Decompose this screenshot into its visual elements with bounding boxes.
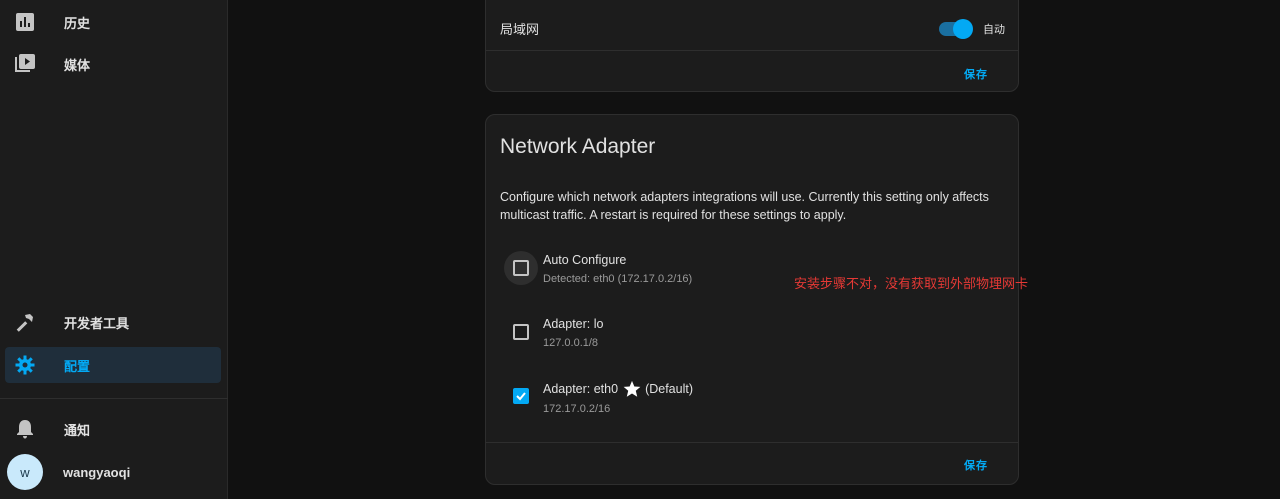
sidebar-item-label: 历史 [64,15,91,31]
adapter-detail: Detected: eth0 (172.17.0.2/16) [543,273,693,285]
lan-card: 局域网 自动 保存 [485,0,1019,92]
lan-save-button[interactable]: 保存 [964,66,988,82]
card-divider [486,442,1018,443]
sidebar-item-config[interactable]: 配置 [5,347,221,383]
toggle-knob [953,18,973,39]
avatar: w [7,454,43,490]
checkbox-ripple [504,251,538,285]
card-divider [486,50,1018,51]
auto-toggle-wrap: 自动 [939,18,1005,39]
lan-label: 局域网 [500,22,540,37]
main-content: 局域网 自动 保存 Network Adapter Configure whic… [229,0,1280,499]
card-title: Network Adapter [500,135,656,158]
bell-icon [13,417,37,441]
sidebar-divider [0,398,228,399]
check-icon [516,392,526,401]
adapter-lo-checkbox[interactable] [513,324,529,340]
sidebar-item-history[interactable]: 历史 [5,4,221,40]
auto-toggle[interactable] [939,18,973,39]
adapter-detail: 172.17.0.2/16 [543,403,611,415]
sidebar: 历史 媒体 开发者工具 配置 通知 w wangyaoqi [0,0,228,499]
adapter-detail: 127.0.0.1/8 [543,337,599,349]
adapter-option: Adapter: lo 127.0.0.1/8 [500,315,900,355]
sidebar-item-label: 开发者工具 [64,315,130,331]
network-adapter-card: Network Adapter Configure which network … [485,114,1019,485]
notifications-label: 通知 [64,422,91,438]
sidebar-item-media[interactable]: 媒体 [5,46,221,82]
adapter-name: Adapter: eth0 (Default) [543,380,693,398]
sidebar-item-profile[interactable]: w wangyaoqi [5,453,221,491]
toggle-label: 自动 [983,23,1005,36]
adapter-name: Auto Configure [543,253,627,267]
adapter-option: Adapter: eth0 (Default) 172.17.0.2/16 [500,378,900,418]
adapter-name-text: Adapter: eth0 [543,382,619,396]
sidebar-item-label: 配置 [64,358,91,374]
default-label: (Default) [645,382,693,396]
user-name: wangyaoqi [63,464,131,480]
auto-configure-checkbox[interactable] [513,260,529,276]
adapter-name: Adapter: lo [543,317,604,331]
adapter-eth0-checkbox[interactable] [513,388,529,404]
play-box-multiple-icon [13,52,37,76]
network-save-button[interactable]: 保存 [964,457,988,473]
annotation-text: 安装步骤不对，没有获取到外部物理网卡 [794,276,1029,291]
star-icon [623,380,641,397]
chart-box-icon [13,10,37,34]
card-description: Configure which network adapters integra… [500,190,989,222]
checkbox-ripple [504,315,538,349]
sidebar-item-developer-tools[interactable]: 开发者工具 [5,304,221,340]
checkbox-ripple [504,379,538,413]
sidebar-item-label: 媒体 [64,57,91,73]
hammer-icon [13,310,37,334]
gear-icon [13,353,37,377]
lan-row: 局域网 自动 [500,18,1005,39]
sidebar-item-notifications[interactable]: 通知 [5,411,221,447]
